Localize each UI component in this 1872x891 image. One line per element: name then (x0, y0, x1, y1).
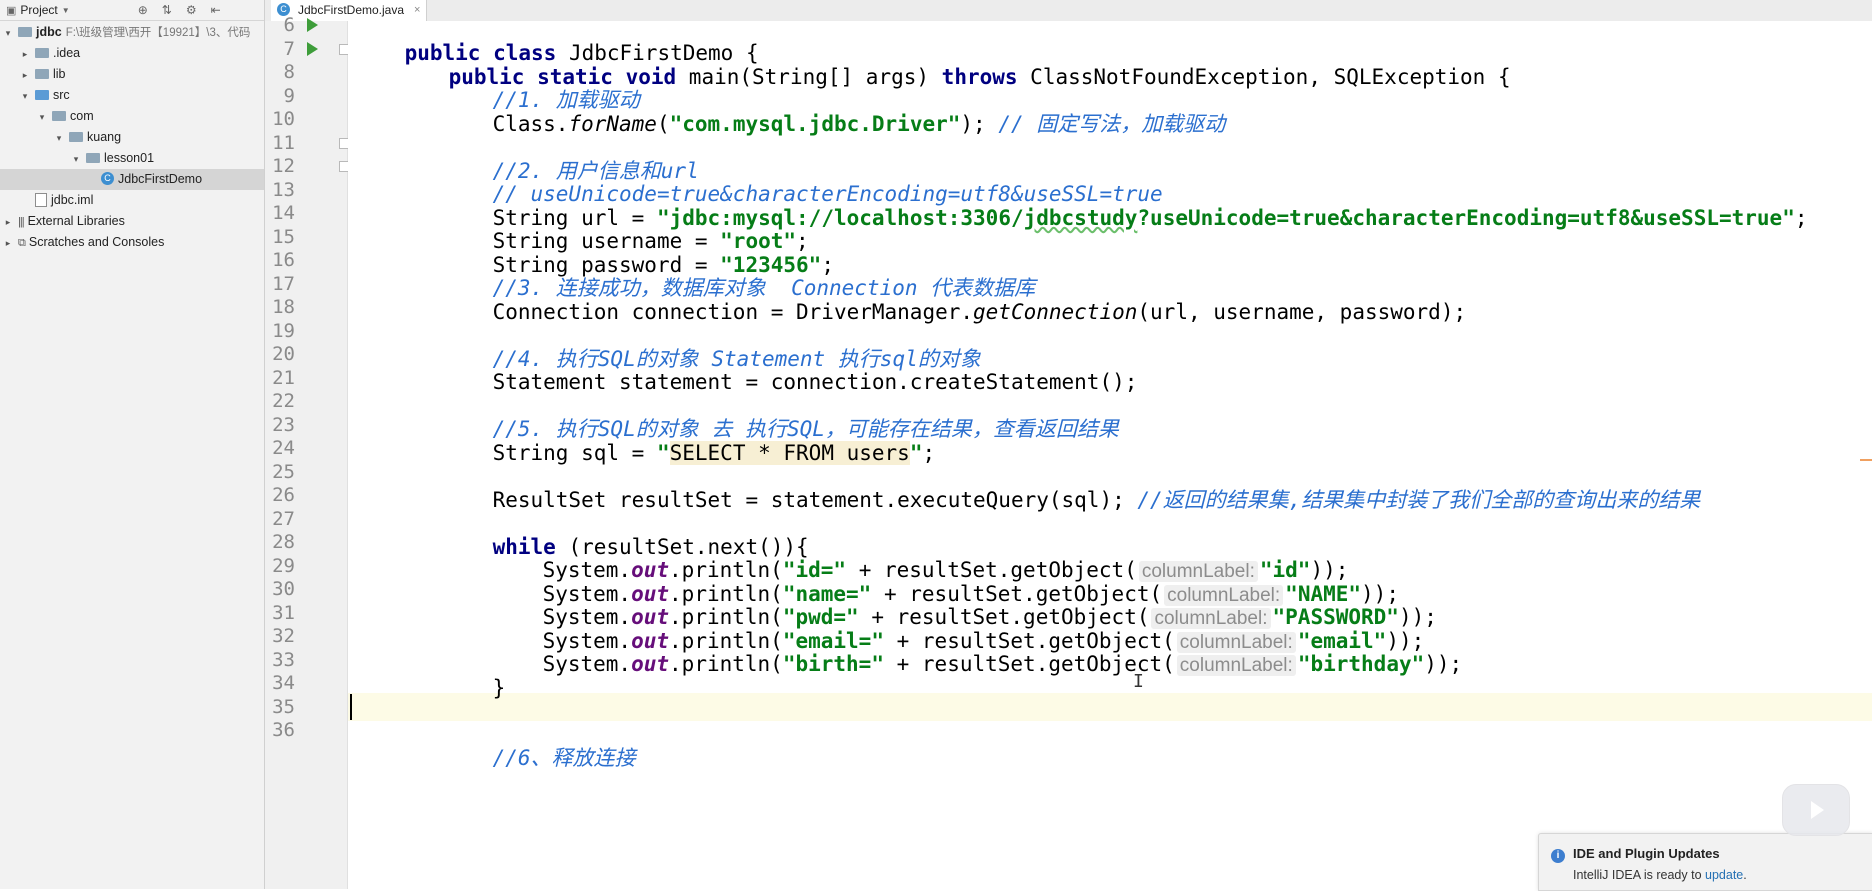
code-line-25: ResultSet resultSet = statement.executeQ… (442, 458, 1701, 512)
video-play-overlay[interactable] (1782, 784, 1850, 836)
tree-item-label: jdbc.iml (51, 193, 94, 207)
tree-item-lesson01[interactable]: ▾ lesson01 (0, 148, 264, 169)
info-icon: i (1551, 849, 1565, 863)
run-icon[interactable] (307, 41, 318, 56)
close-icon[interactable]: × (414, 0, 420, 21)
string-literal-typo: jdbcstudy (1023, 205, 1138, 230)
tree-item-external-libraries[interactable]: ▸ ||| External Libraries (0, 211, 264, 232)
code-comment: // 固定写法，加载驱动 (998, 111, 1226, 136)
tree-item-label: lib (53, 67, 66, 81)
locate-icon[interactable]: ⊕ (138, 3, 148, 17)
package-icon (52, 110, 66, 121)
tree-item-label: src (53, 88, 70, 102)
string-literal: "birthday" (1297, 652, 1425, 676)
code-line-9: Class.forName("com.mysql.jdbc.Driver"); … (442, 82, 1226, 136)
code-text: (url, username, password); (1137, 299, 1467, 324)
tree-item-label: lesson01 (104, 151, 155, 165)
tree-item-scratches-and-consoles[interactable]: ▸ ⧉ Scratches and Consoles (0, 232, 264, 253)
scrollbar-marker[interactable] (1860, 459, 1872, 461)
library-icon: ||| (18, 216, 25, 228)
method-name: getConnection (973, 299, 1138, 324)
tree-item-jdbc-iml[interactable]: jdbc.iml (0, 190, 264, 211)
chevron-down-icon[interactable]: ▾ (36, 107, 48, 128)
string-literal: "com.mysql.jdbc.Driver" (669, 111, 961, 136)
notification-text: IntelliJ IDEA is ready to (1573, 868, 1706, 882)
code-text: ); (960, 111, 999, 136)
tree-item-kuang[interactable]: ▾ kuang (0, 127, 264, 148)
code-text: .println( (669, 652, 783, 676)
code-comment: //6、释放连接 (492, 746, 636, 770)
play-icon (1811, 801, 1824, 819)
package-icon (69, 131, 83, 142)
notification-body: IntelliJ IDEA is ready to update. (1573, 868, 1747, 882)
project-view-icon: ▣ (6, 4, 17, 17)
code-text: )); (1424, 652, 1463, 676)
parameter-hint: columnLabel: (1176, 655, 1296, 676)
chevron-right-icon[interactable]: ▸ (19, 65, 31, 86)
tree-item-jdbcfirstdemo[interactable]: C JdbcFirstDemo (0, 169, 264, 190)
chevron-right-icon[interactable]: ▸ (2, 233, 14, 254)
tree-item-label: Scratches and Consoles (28, 235, 165, 249)
code-line-36: //6、释放连接 (442, 716, 636, 770)
notification-text-end: . (1743, 868, 1747, 882)
hide-panel-icon[interactable]: ⇤ (211, 3, 221, 17)
java-class-icon: C (101, 172, 114, 186)
code-line-33: } (442, 646, 506, 700)
chevron-down-icon[interactable]: ▾ (70, 149, 82, 170)
gear-icon[interactable]: ⚙ (186, 3, 197, 17)
project-view-selector[interactable]: Project (20, 3, 57, 17)
code-line-32: System.out.println("birth=" + resultSet.… (492, 622, 1462, 676)
tree-item-label: .idea (53, 46, 81, 60)
chevron-down-icon[interactable]: ▾ (19, 86, 31, 107)
line-number[interactable]: 36 (265, 716, 295, 744)
code-text: System. (542, 652, 632, 676)
code-line-20: Statement statement = connection.createS… (442, 340, 1138, 394)
update-notification[interactable]: i IDE and Plugin Updates IntelliJ IDEA i… (1538, 833, 1872, 891)
chevron-right-icon[interactable]: ▸ (19, 44, 31, 65)
notification-title: IDE and Plugin Updates (1573, 846, 1720, 861)
scratches-icon: ⧉ (18, 237, 26, 249)
tree-item-lib[interactable]: ▸ lib (0, 64, 264, 85)
module-path: F:\班级管理\西开【19921】\3、代码 (65, 27, 251, 39)
text-caret (350, 693, 352, 720)
code-text: + resultSet.getObject( (883, 652, 1175, 676)
code-text: ; (1794, 205, 1808, 230)
chevron-right-icon[interactable]: ▸ (2, 212, 14, 233)
string-literal: ?useUnicode=true&characterEncoding=utf8&… (1137, 205, 1795, 230)
tree-item-label: jdbc (36, 25, 62, 39)
package-icon (86, 152, 100, 163)
editor-tab-bar: C JdbcFirstDemo.java × (265, 0, 1872, 22)
update-link[interactable]: update (1705, 868, 1743, 882)
tree-item-label: JdbcFirstDemo (118, 172, 203, 186)
tree-item-label: com (70, 109, 94, 123)
chevron-down-icon[interactable]: ▾ (53, 128, 65, 149)
run-icon[interactable] (307, 18, 318, 32)
tree-item-src[interactable]: ▾ src (0, 85, 264, 106)
chevron-down-icon[interactable]: ▼ (62, 6, 70, 15)
project-tool-window: ▣ Project ▼ ⊕ ⇅ ⚙ ⇤ ▾ jdbc F:\班级管理\西开【1992… (0, 0, 265, 889)
code-comment: //返回的结果集,结果集中封装了我们全部的查询出来的结果 (1137, 487, 1701, 512)
code-line-17: Connection connection = DriverManager.ge… (442, 270, 1467, 324)
folder-icon (35, 68, 49, 79)
folder-icon (35, 47, 49, 58)
source-folder-icon (35, 89, 49, 100)
code-text: } (492, 675, 506, 700)
static-field: out (631, 652, 670, 676)
tree-item-label: kuang (87, 130, 122, 144)
module-icon (18, 26, 32, 37)
project-panel-header: ▣ Project ▼ ⊕ ⇅ ⚙ ⇤ (0, 0, 264, 21)
chevron-down-icon[interactable]: ▾ (2, 23, 14, 44)
collapse-all-icon[interactable]: ⇅ (162, 3, 172, 17)
string-literal: "birth=" (782, 652, 884, 676)
tree-item-jdbc[interactable]: ▾ jdbc F:\班级管理\西开【19921】\3、代码 (0, 22, 264, 43)
mouse-ibeam-cursor-icon: I (1133, 671, 1144, 692)
tree-item-com[interactable]: ▾ com (0, 106, 264, 127)
code-line-23: String sql = "SELECT * FROM users"; (442, 411, 935, 465)
code-editor[interactable]: public class JdbcFirstDemo { public stat… (348, 21, 1872, 889)
tree-item-label: External Libraries (27, 214, 125, 228)
file-icon (35, 192, 47, 207)
editor-gutter: 6 7 8 9 10 11 12 13 14 15 16 17 18 19 20 21 22 23 24 25 26 27… (265, 14, 350, 889)
tree-item-idea[interactable]: ▸ .idea (0, 43, 264, 64)
